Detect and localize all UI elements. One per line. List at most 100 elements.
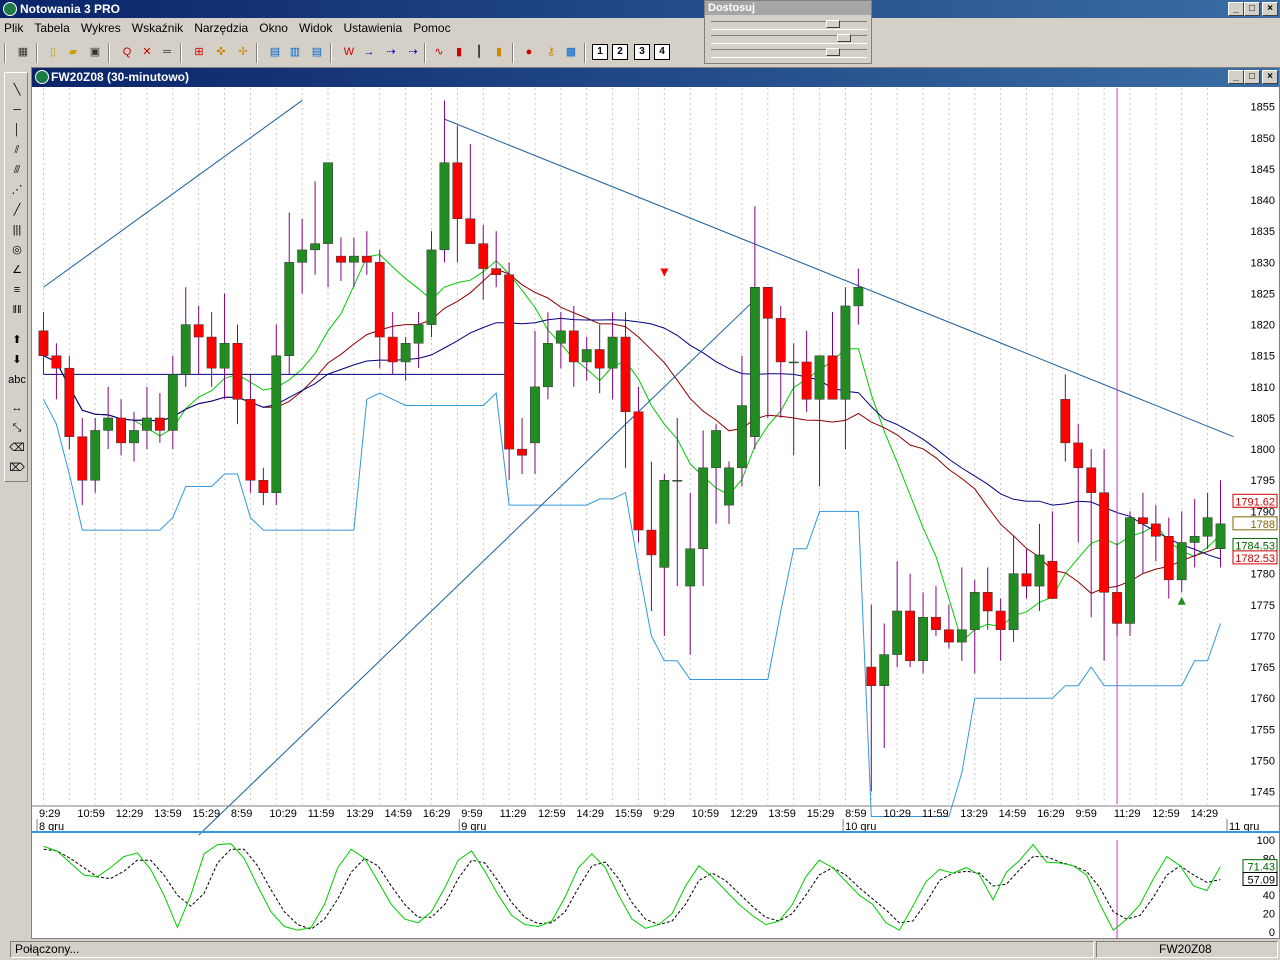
- trendline-icon[interactable]: ╱: [7, 201, 27, 219]
- bar-chart-icon[interactable]: ▮: [450, 43, 468, 61]
- time-zones-icon[interactable]: ‖‖: [7, 301, 27, 319]
- line-tool-icon[interactable]: ╲: [7, 81, 27, 99]
- price-chart[interactable]: 1745175017551760176517701775178017851790…: [32, 88, 1279, 939]
- candle-body: [814, 355, 825, 400]
- ruler-icon[interactable]: ═: [158, 43, 176, 61]
- arrow-up-icon[interactable]: ⬆: [7, 331, 27, 349]
- adjust-slider-1[interactable]: [711, 20, 867, 30]
- candle-body: [892, 610, 903, 655]
- list-icon[interactable]: ▤: [308, 43, 326, 61]
- candle-body: [323, 162, 333, 244]
- candle-body: [749, 286, 760, 437]
- layout-icon[interactable]: ▥: [286, 43, 304, 61]
- x-tick-label: 11:59: [308, 808, 335, 820]
- x-tick-label: 10:59: [692, 808, 720, 820]
- eraser-icon[interactable]: ⌫: [7, 439, 27, 457]
- arrow-right-icon[interactable]: →: [360, 43, 378, 61]
- menu-ustawienia[interactable]: Ustawienia: [339, 18, 406, 38]
- key-icon[interactable]: ⚷: [542, 43, 560, 61]
- menu-okno[interactable]: Okno: [255, 18, 292, 38]
- stretch-icon[interactable]: ↔: [7, 399, 27, 417]
- search-icon[interactable]: Q: [118, 43, 136, 61]
- candle-body: [659, 479, 670, 568]
- menu-tabela[interactable]: Tabela: [30, 18, 73, 38]
- chart-maximize-button[interactable]: □: [1244, 70, 1260, 84]
- indicator-icon[interactable]: W: [340, 43, 358, 61]
- adjust-slider-2[interactable]: [711, 34, 867, 44]
- grid-icon[interactable]: ▦: [14, 43, 32, 61]
- candle-icon[interactable]: ▮: [490, 43, 508, 61]
- candle-body: [724, 467, 734, 506]
- data-range-icon[interactable]: ⊞: [190, 43, 208, 61]
- candle-body: [1138, 517, 1148, 525]
- move-icon[interactable]: ✢: [234, 43, 252, 61]
- ohlc-icon[interactable]: ┃: [470, 43, 488, 61]
- slider-thumb[interactable]: [826, 48, 840, 56]
- layout-2-button[interactable]: 2: [612, 44, 628, 60]
- line-chart-icon[interactable]: ∿: [430, 43, 448, 61]
- fibonacci-icon[interactable]: ≡: [7, 281, 27, 299]
- resize-icon[interactable]: ⤡: [7, 419, 27, 437]
- menu-wykres[interactable]: Wykres: [77, 18, 125, 38]
- status-symbol: FW20Z08: [1096, 941, 1278, 958]
- maximize-button[interactable]: □: [1244, 2, 1260, 16]
- candle-body: [219, 343, 230, 369]
- x-tick-label: 14:59: [384, 808, 412, 820]
- statusbar: Połączony... FW20Z08: [0, 939, 1280, 960]
- layout-1-button[interactable]: 1: [592, 44, 608, 60]
- x-tick-label: 11:29: [500, 808, 527, 820]
- double-arrow-icon[interactable]: ⇢: [382, 43, 400, 61]
- save-icon[interactable]: ▣: [86, 43, 104, 61]
- close-button[interactable]: ×: [1262, 2, 1278, 16]
- candle-body: [1047, 560, 1058, 599]
- candle-body: [1112, 592, 1122, 624]
- layout-4-button[interactable]: 4: [654, 44, 670, 60]
- x-tick-label: 16:29: [423, 808, 451, 820]
- menu-widok[interactable]: Widok: [295, 18, 336, 38]
- cycle-lines-icon[interactable]: |||: [7, 221, 27, 239]
- open-folder-icon[interactable]: ▰: [64, 43, 82, 61]
- fan-icon[interactable]: ⋰: [7, 181, 27, 199]
- new-file-icon[interactable]: ▯: [44, 43, 62, 61]
- slider-thumb[interactable]: [837, 34, 851, 42]
- parallel-lines-icon[interactable]: ⫽: [7, 141, 27, 159]
- adjust-slider-3[interactable]: [711, 48, 867, 58]
- clear-all-icon[interactable]: ⌦: [7, 459, 27, 477]
- candle-body: [504, 274, 515, 450]
- print-icon[interactable]: ▩: [562, 43, 580, 61]
- candle-body: [206, 336, 217, 369]
- candle-body: [1202, 517, 1213, 537]
- candle-body: [310, 243, 321, 251]
- candle-body: [129, 430, 139, 444]
- candle-body: [1163, 536, 1174, 581]
- x-tick-label: 12:59: [538, 808, 566, 820]
- speed-lines-icon[interactable]: ∠: [7, 261, 27, 279]
- menu-pomoc[interactable]: Pomoc: [409, 18, 454, 38]
- x-tick-label: 8:59: [845, 808, 866, 820]
- y-tick-label: 1840: [1251, 195, 1275, 207]
- candle-body: [64, 367, 75, 437]
- delete-icon[interactable]: ✕: [138, 43, 156, 61]
- text-tool[interactable]: abc: [7, 371, 27, 389]
- arrow-down-icon[interactable]: ⬇: [7, 351, 27, 369]
- x-tick-label: 13:29: [960, 808, 988, 820]
- slider-thumb[interactable]: [826, 20, 840, 28]
- channel-icon[interactable]: ⫻: [7, 161, 27, 179]
- menu-narzedzia[interactable]: Narzędzia: [190, 18, 252, 38]
- candle-body: [361, 255, 372, 263]
- menu-plik[interactable]: Plik: [0, 18, 27, 38]
- arcs-icon[interactable]: ◎: [7, 241, 27, 259]
- menu-wskaznik[interactable]: Wskaźnik: [128, 18, 187, 38]
- traffic-light-icon[interactable]: ●: [520, 43, 538, 61]
- crosshair-icon[interactable]: ✜: [212, 43, 230, 61]
- chart-close-button[interactable]: ×: [1262, 70, 1278, 84]
- chart-title: FW20Z08 (30-minutowo): [51, 70, 190, 84]
- dash-arrow-icon[interactable]: ⇢: [404, 43, 422, 61]
- chart-minimize-button[interactable]: _: [1228, 70, 1244, 84]
- horizontal-line-icon[interactable]: ─: [7, 101, 27, 119]
- layout-3-button[interactable]: 3: [634, 44, 650, 60]
- app-title: Notowania 3 PRO: [20, 2, 121, 16]
- table-icon[interactable]: ▤: [266, 43, 284, 61]
- vertical-line-icon[interactable]: │: [7, 121, 27, 139]
- minimize-button[interactable]: _: [1228, 2, 1244, 16]
